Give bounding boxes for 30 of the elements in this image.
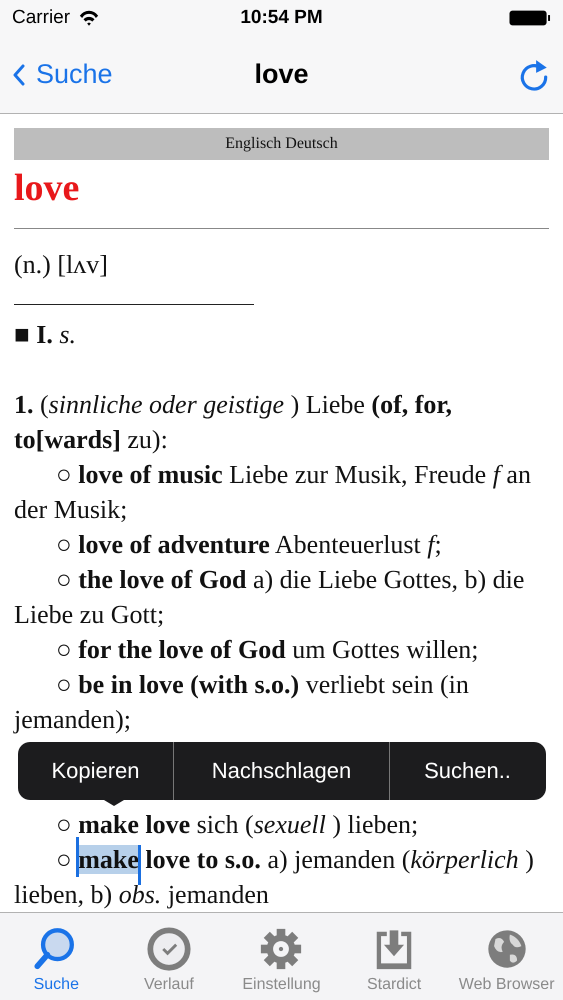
tab-bar-item[interactable]: Verlauf — [112, 913, 226, 1000]
tab-bar-item[interactable]: Stardict — [338, 913, 450, 1000]
menu-item[interactable]: Suchen.. — [390, 742, 545, 800]
selection-handle[interactable] — [138, 845, 141, 885]
status-time: 10:54 PM — [240, 7, 323, 29]
language-pair-bar: Englisch Deutsch — [14, 128, 549, 160]
example-phrase: ○ the love of God a) die Liebe Gottes, b) die Liebe zu Gott; — [14, 564, 526, 631]
example-phrase: ○ be in love (with s.o.) verliebt sein (in jemanden); — [14, 669, 470, 736]
tab-bar-item[interactable]: Suche — [0, 913, 113, 1000]
example-phrase: ○ make love to s.o. a) jemanden (körperlich ) lieben, b) obs. jemanden — [14, 842, 549, 912]
page-title: love — [254, 59, 309, 90]
example-phrase: ○ make love sich (sexuell ) lieben; — [55, 809, 420, 841]
headword: love — [14, 166, 80, 210]
tab-bar-item[interactable]: Web Browser — [450, 913, 563, 1000]
pronunciation: (n.) [lʌv] — [14, 249, 109, 281]
wifi-icon — [78, 9, 100, 27]
example-phrase: ○ for the love of God um Gottes willen; — [55, 634, 480, 666]
battery-icon — [509, 10, 551, 26]
menu-item[interactable]: Nachschlagen — [174, 742, 390, 800]
chevron-left-icon — [12, 64, 26, 86]
back-button[interactable]: Suche — [12, 59, 162, 90]
section-heading: ■ I. s. — [14, 319, 77, 351]
clock-icon — [146, 926, 192, 972]
sense-definition: 1. (sinnliche oder geistige ) Liebe (of, for, to[wards] zu): — [14, 389, 454, 456]
carrier-name: Carrier — [12, 7, 70, 29]
menu-item[interactable]: Kopieren — [18, 742, 174, 800]
selection-handle[interactable] — [76, 837, 80, 877]
tab-bar-item[interactable]: Einstellung — [225, 913, 338, 1000]
example-phrase: ○ love of adventure Abenteuerlust f; — [55, 529, 443, 561]
example-phrase: ○ love of music Liebe zur Musik, Freude f an der Musik; — [14, 459, 532, 526]
